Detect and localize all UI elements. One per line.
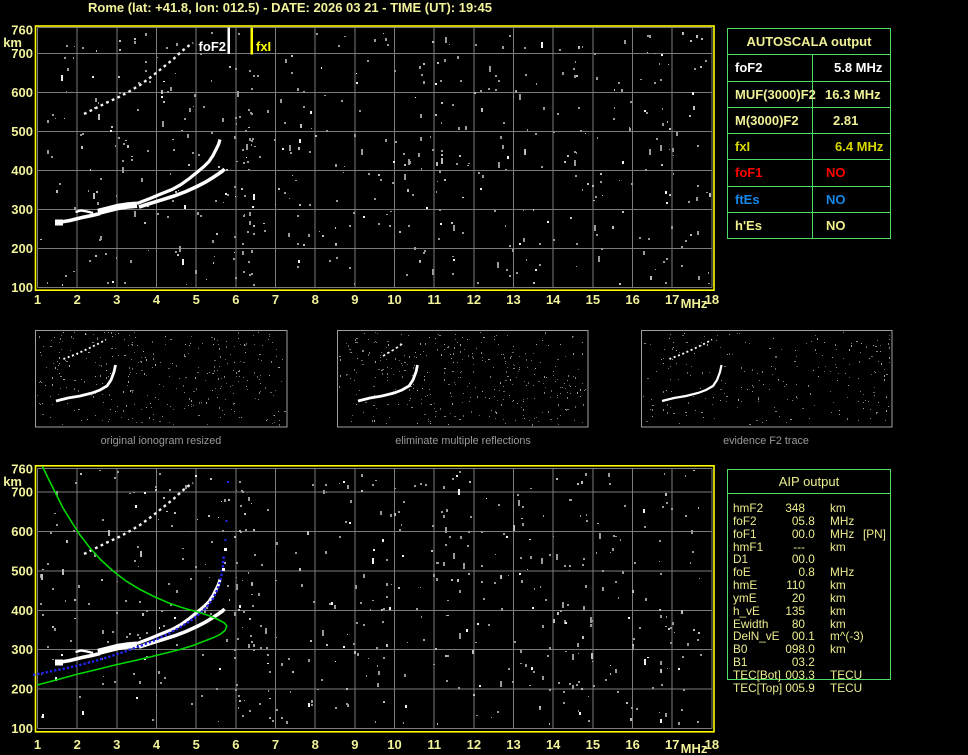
svg-text:12: 12 (467, 292, 481, 307)
svg-text:8: 8 (312, 292, 319, 307)
svg-text:700: 700 (11, 46, 33, 61)
svg-text:13: 13 (506, 737, 520, 752)
svg-text:1: 1 (34, 292, 41, 307)
svg-text:3: 3 (113, 292, 120, 307)
svg-text:1: 1 (34, 737, 41, 752)
svg-text:2: 2 (74, 292, 81, 307)
svg-text:6: 6 (232, 292, 239, 307)
svg-text:16: 16 (625, 737, 639, 752)
svg-text:17: 17 (665, 737, 679, 752)
svg-text:4: 4 (153, 292, 161, 307)
svg-text:11: 11 (427, 292, 441, 307)
svg-text:4: 4 (153, 737, 161, 752)
svg-text:16: 16 (625, 292, 639, 307)
svg-text:500: 500 (11, 124, 33, 139)
svg-text:400: 400 (11, 603, 33, 618)
svg-text:8: 8 (312, 737, 319, 752)
svg-text:12: 12 (467, 737, 481, 752)
svg-text:foF2: foF2 (199, 39, 226, 54)
svg-text:MHz: MHz (681, 296, 708, 311)
svg-text:11: 11 (427, 737, 441, 752)
svg-text:15: 15 (586, 292, 600, 307)
svg-text:5: 5 (193, 292, 200, 307)
svg-text:6: 6 (232, 737, 239, 752)
svg-text:14: 14 (546, 292, 561, 307)
svg-text:100: 100 (11, 721, 33, 736)
svg-text:17: 17 (665, 292, 679, 307)
svg-text:200: 200 (11, 682, 33, 697)
svg-text:500: 500 (11, 563, 33, 578)
svg-text:3: 3 (113, 737, 120, 752)
svg-text:10: 10 (387, 737, 401, 752)
svg-text:15: 15 (586, 737, 600, 752)
svg-text:9: 9 (351, 292, 358, 307)
svg-text:2: 2 (74, 737, 81, 752)
svg-text:10: 10 (387, 292, 401, 307)
svg-text:5: 5 (193, 737, 200, 752)
svg-text:300: 300 (11, 202, 33, 217)
svg-text:200: 200 (11, 241, 33, 256)
svg-text:7: 7 (272, 292, 279, 307)
svg-text:600: 600 (11, 85, 33, 100)
svg-text:100: 100 (11, 280, 33, 295)
svg-text:700: 700 (11, 485, 33, 500)
svg-text:400: 400 (11, 163, 33, 178)
svg-text:fxI: fxI (256, 39, 271, 54)
svg-text:13: 13 (506, 292, 520, 307)
svg-text:MHz: MHz (681, 741, 708, 755)
svg-text:9: 9 (351, 737, 358, 752)
svg-text:600: 600 (11, 524, 33, 539)
svg-text:300: 300 (11, 642, 33, 657)
svg-text:7: 7 (272, 737, 279, 752)
svg-text:14: 14 (546, 737, 561, 752)
